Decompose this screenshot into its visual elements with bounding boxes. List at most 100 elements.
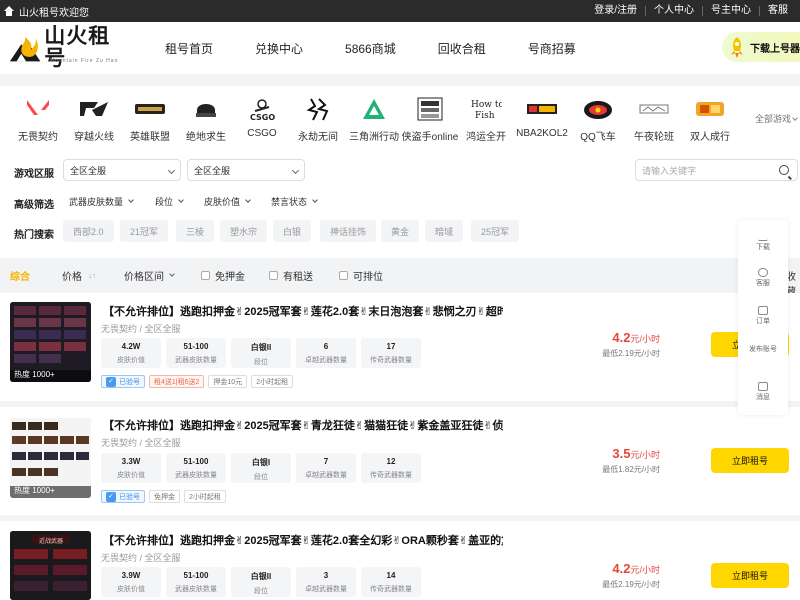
side-customer-service[interactable]: 客服 — [738, 268, 788, 289]
nav-exchange[interactable]: 兑换中心 — [255, 40, 303, 57]
side-label: 消息 — [756, 394, 770, 401]
filter-skin-value[interactable]: 皮肤价值 — [204, 195, 251, 208]
hot-tag[interactable]: 暗域 — [425, 220, 464, 242]
checkbox[interactable] — [201, 271, 210, 280]
price-unit: 元/小时 — [630, 334, 660, 344]
checkbox-rent-bonus[interactable]: 有租送 — [269, 268, 313, 283]
game-name: 穿越火线 — [74, 132, 114, 143]
hot-tag[interactable]: 神话挂饰 — [320, 220, 377, 242]
hot-tag[interactable]: 白银 — [273, 220, 312, 242]
stat-value: 12 — [386, 457, 396, 466]
game-name: 双人成行 — [690, 132, 730, 143]
hot-label: 热度 1000+ — [14, 370, 55, 379]
listing-title[interactable]: 【不允许排位】逃跑扣押金✌2025冠军套✌青龙狂徒✌猫猫狂徒✌紫金盖亚狂徒✌侦察… — [103, 417, 503, 433]
nav-recycle[interactable]: 回收合租 — [438, 40, 486, 57]
account-thumbnail[interactable]: 热度 1000+ — [10, 302, 91, 382]
site-logo[interactable]: 山火租号 Mountain Fire Zu Hao — [8, 26, 128, 70]
side-orders[interactable]: 订单 — [738, 306, 788, 327]
stat-skin-count: 51-100 武器皮肤数量 — [166, 338, 226, 368]
advanced-filter-label: 高级筛选 — [14, 200, 54, 211]
game-item-midnight[interactable]: 午夜轮班 — [622, 94, 686, 143]
side-download[interactable]: 下载 — [738, 232, 788, 253]
filter-mute-status[interactable]: 禁言状态 — [271, 195, 318, 208]
checkbox-ranked[interactable]: 可排位 — [339, 268, 383, 283]
hot-tag[interactable]: 塑水宗 — [220, 220, 268, 242]
checkbox-label: 可排位 — [353, 272, 383, 283]
ittakestwo-icon — [693, 94, 727, 124]
game-item-nba2k[interactable]: NBA2KOL2 — [510, 94, 574, 139]
account-thumbnail[interactable]: 近战武器 — [10, 531, 91, 600]
game-item-gta[interactable]: 侠盗手online — [398, 94, 462, 143]
listing-subtitle: 无畏契约 / 全区全服 — [101, 438, 181, 448]
sort-price-range[interactable]: 价格区间 — [124, 268, 175, 283]
chevron-down-icon — [792, 114, 798, 121]
stat-value: 7 — [323, 457, 329, 466]
rent-now-button[interactable]: 立即租号 — [711, 448, 789, 473]
svg-text:How to: How to — [471, 100, 502, 110]
game-item-ittakestwo[interactable]: 双人成行 — [678, 94, 742, 143]
hot-tag[interactable]: 三棱 — [176, 220, 215, 242]
game-item-lol[interactable]: 英雄联盟 — [118, 94, 182, 143]
game-item-valorant[interactable]: 无畏契约 — [6, 94, 70, 143]
stat-skin-value: 4.2W 皮肤价值 — [101, 338, 161, 368]
checkbox[interactable] — [339, 271, 348, 280]
search-input[interactable]: 请输入关键字 — [635, 159, 798, 181]
game-item-qqspeed[interactable]: QQ飞车 — [566, 94, 630, 143]
chevron-down-icon — [128, 197, 134, 203]
side-messages[interactable]: 消息 — [738, 382, 788, 403]
game-name: NBA2KOL2 — [516, 128, 568, 139]
personal-center-link[interactable]: 个人中心 — [645, 6, 702, 16]
stat-value: 51-100 — [183, 342, 209, 351]
nav-mall[interactable]: 5866商城 — [345, 40, 396, 57]
all-games-link[interactable]: 全部游戏 — [755, 112, 798, 125]
home-icon[interactable] — [4, 6, 14, 16]
game-item-howtofish[interactable]: How to Fish 鸿运全开 — [454, 94, 518, 143]
listing-title[interactable]: 【不允许排位】逃跑扣押金✌2025冠军套✌莲花2.0套全幻彩✌ORA颗秒套✌盖亚… — [103, 532, 503, 548]
account-thumbnail[interactable]: 热度 1000+ — [10, 418, 91, 498]
hot-tag[interactable]: 西部2.0 — [63, 220, 114, 242]
download-launcher-button[interactable]: 下载上号器 — [722, 32, 800, 62]
game-item-pubg[interactable]: 绝地求生 — [174, 94, 238, 143]
stat-label: 武器皮肤数量 — [175, 472, 217, 479]
region-select-value: 全区全服 — [70, 165, 107, 176]
sort-price[interactable]: 价格 ↓↑ — [62, 268, 96, 283]
gta-icon — [413, 94, 447, 124]
nav-recruit[interactable]: 号商招募 — [528, 40, 576, 57]
game-item-crossfire[interactable]: 穿越火线 — [62, 94, 126, 143]
region-select-primary[interactable]: 全区全服 — [63, 159, 181, 181]
filter-skin-count[interactable]: 武器皮肤数量 — [69, 195, 134, 208]
game-item-csgo[interactable]: CSGO CSGO — [230, 94, 294, 139]
game-item-delta-force[interactable]: 三角洲行动 — [342, 94, 406, 143]
checkbox[interactable] — [269, 271, 278, 280]
owner-center-link[interactable]: 号主中心 — [702, 6, 759, 16]
game-name: 侠盗手online — [401, 132, 459, 143]
no-deposit-tag: 免押金 — [149, 490, 180, 503]
region-select-secondary[interactable]: 全区全服 — [187, 159, 305, 181]
stat-label: 皮肤价值 — [117, 586, 145, 593]
customer-service-link[interactable]: 客服 — [759, 6, 796, 16]
chevron-down-icon — [245, 197, 251, 203]
verified-badge: 已验号 — [101, 490, 145, 503]
nav-home[interactable]: 租号首页 — [165, 40, 213, 57]
game-item-naraka[interactable]: 永劫无间 — [286, 94, 350, 143]
stat-legend-weapons: 17 传奇武器数量 — [361, 338, 421, 368]
rent-now-button[interactable]: 立即租号 — [711, 563, 789, 588]
listing-title[interactable]: 【不允许排位】逃跑扣押金✌2025冠军套✌莲花2.0套✌末日泡泡套✌悲悯之刃✌超… — [103, 303, 503, 319]
side-publish-account[interactable]: 发布账号 — [745, 334, 781, 355]
login-register-link[interactable]: 登录/注册 — [586, 6, 645, 16]
hot-tag[interactable]: 黄金 — [381, 220, 420, 242]
hot-tag[interactable]: 21冠军 — [120, 220, 169, 242]
stat-label: 皮肤价值 — [117, 357, 145, 364]
listing-tags: 已验号 租4送1|租6送2 押金10元 2小时起租 — [101, 375, 294, 388]
search-icon[interactable] — [779, 165, 789, 175]
filter-rank[interactable]: 段位 — [155, 195, 184, 208]
region-select-value: 全区全服 — [194, 165, 231, 176]
mountain-fire-logo-icon — [9, 36, 41, 62]
filter-option-label: 段位 — [155, 197, 174, 207]
sort-comprehensive[interactable]: 综合 — [10, 268, 30, 283]
stat-label: 传奇武器数量 — [370, 357, 412, 364]
hot-tag[interactable]: 25冠军 — [471, 220, 520, 242]
sort-label: 价格 — [62, 272, 82, 283]
checkbox-no-deposit[interactable]: 免押金 — [201, 268, 245, 283]
min-price: 最低2.19元/小时 — [602, 349, 660, 358]
